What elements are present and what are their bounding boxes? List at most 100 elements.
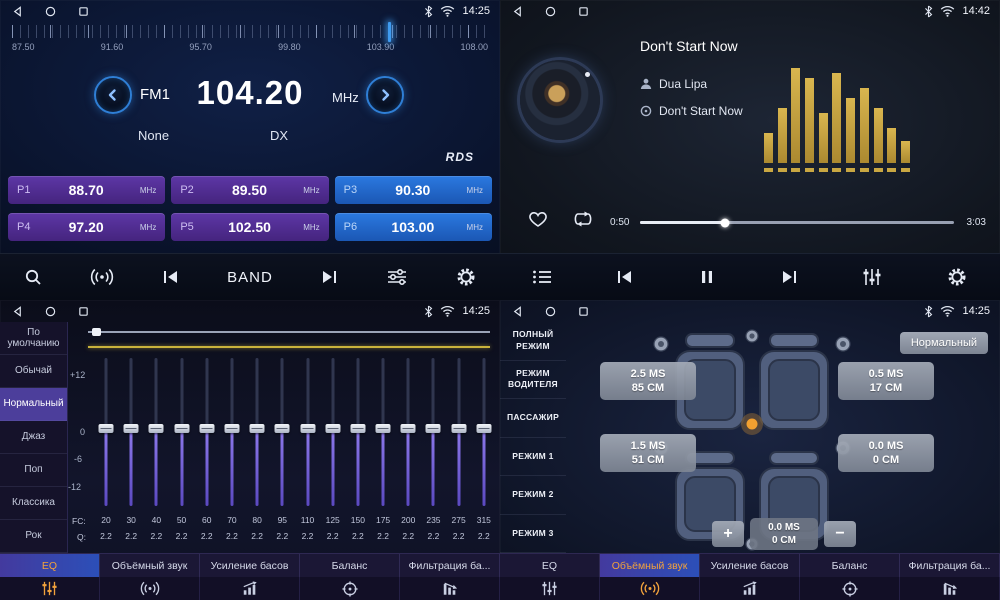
recents-icon[interactable] bbox=[78, 306, 89, 317]
eq-band-slider[interactable] bbox=[172, 358, 192, 506]
eq-slider-handle[interactable] bbox=[275, 424, 290, 433]
eq-slider-handle[interactable] bbox=[174, 424, 189, 433]
eq-band-slider[interactable] bbox=[121, 358, 141, 506]
album-art[interactable] bbox=[520, 60, 600, 140]
eq-preset-item[interactable]: Джаз bbox=[0, 421, 67, 454]
profile-button[interactable]: Нормальный bbox=[900, 332, 988, 354]
eq-sliders-icon[interactable] bbox=[500, 577, 600, 600]
tab-eq[interactable]: EQ bbox=[500, 554, 600, 577]
eq-band-slider[interactable] bbox=[474, 358, 494, 506]
eq-slider-handle[interactable] bbox=[376, 424, 391, 433]
eq-band-slider[interactable] bbox=[146, 358, 166, 506]
favorite-heart-icon[interactable] bbox=[528, 210, 548, 228]
frequency-scale[interactable]: 87.5091.6095.7099.80103.90108.00 bbox=[12, 25, 488, 61]
tab-balance[interactable]: Баланс bbox=[800, 554, 900, 577]
scan-icon[interactable] bbox=[23, 267, 43, 287]
prev-icon[interactable] bbox=[161, 269, 181, 285]
eq-slider-handle[interactable] bbox=[300, 424, 315, 433]
bass-boost-icon[interactable] bbox=[200, 577, 300, 600]
tab-balance[interactable]: Баланс bbox=[300, 554, 400, 577]
eq-preset-item[interactable]: Нормальный bbox=[0, 388, 67, 421]
eq-slider-handle[interactable] bbox=[350, 424, 365, 433]
balance-icon[interactable] bbox=[800, 577, 900, 600]
eq-slider-handle[interactable] bbox=[124, 424, 139, 433]
eq-slider-handle[interactable] bbox=[426, 424, 441, 433]
eq-band-slider[interactable] bbox=[247, 358, 267, 506]
home-icon[interactable] bbox=[545, 6, 556, 17]
playlist-icon[interactable] bbox=[532, 269, 552, 285]
eq-preset-item[interactable]: Рок bbox=[0, 520, 67, 553]
eq-slider-handle[interactable] bbox=[401, 424, 416, 433]
eq-slider-handle[interactable] bbox=[99, 424, 114, 433]
prev-icon[interactable] bbox=[615, 269, 635, 285]
eq-slider-handle[interactable] bbox=[199, 424, 214, 433]
recents-icon[interactable] bbox=[78, 6, 89, 17]
surround-mode-item[interactable]: ПАССАЖИР bbox=[500, 399, 566, 438]
preset-button[interactable]: P2 89.50 MHz bbox=[171, 176, 328, 204]
back-icon[interactable] bbox=[512, 6, 523, 17]
progress-bar[interactable] bbox=[640, 221, 954, 224]
mixer-icon[interactable] bbox=[862, 268, 882, 286]
preset-button[interactable]: P3 90.30 MHz bbox=[335, 176, 492, 204]
preset-button[interactable]: P4 97.20 MHz bbox=[8, 213, 165, 241]
tab-filter[interactable]: Фильтрация ба... bbox=[400, 554, 500, 577]
tab-bass-boost[interactable]: Усиление басов bbox=[200, 554, 300, 577]
surround-mode-item[interactable]: РЕЖИМ 2 bbox=[500, 476, 566, 515]
surround-mode-item[interactable]: РЕЖИМ 1 bbox=[500, 438, 566, 477]
eq-adjust-icon[interactable] bbox=[386, 268, 408, 286]
filter-icon[interactable] bbox=[900, 577, 1000, 600]
back-icon[interactable] bbox=[12, 306, 23, 317]
surround-mode-item[interactable]: РЕЖИМ ВОДИТЕЛЯ bbox=[500, 361, 566, 400]
eq-preset-item[interactable]: Поп bbox=[0, 454, 67, 487]
back-icon[interactable] bbox=[12, 6, 23, 17]
eq-band-slider[interactable] bbox=[398, 358, 418, 506]
eq-slider-handle[interactable] bbox=[224, 424, 239, 433]
delay-rear-right[interactable]: 0.0 MS 0 CM bbox=[838, 434, 934, 472]
surround-mode-item[interactable]: РЕЖИМ 3 bbox=[500, 515, 566, 554]
eq-slider-handle[interactable] bbox=[149, 424, 164, 433]
eq-band-slider[interactable] bbox=[348, 358, 368, 506]
home-icon[interactable] bbox=[45, 306, 56, 317]
broadcast-icon[interactable] bbox=[90, 268, 114, 286]
eq-band-slider[interactable] bbox=[323, 358, 343, 506]
eq-preset-item[interactable]: Классика bbox=[0, 487, 67, 520]
recents-icon[interactable] bbox=[578, 306, 589, 317]
eq-band-slider[interactable] bbox=[197, 358, 217, 506]
eq-band-slider[interactable] bbox=[373, 358, 393, 506]
eq-scroll-handle[interactable] bbox=[92, 328, 101, 336]
preset-button[interactable]: P5 102.50 MHz bbox=[171, 213, 328, 241]
home-icon[interactable] bbox=[45, 6, 56, 17]
eq-slider-handle[interactable] bbox=[451, 424, 466, 433]
repeat-icon[interactable] bbox=[572, 211, 594, 227]
recents-icon[interactable] bbox=[578, 6, 589, 17]
eq-band-slider[interactable] bbox=[298, 358, 318, 506]
tab-filter[interactable]: Фильтрация ба... bbox=[900, 554, 1000, 577]
eq-band-slider[interactable] bbox=[423, 358, 443, 506]
back-icon[interactable] bbox=[512, 306, 523, 317]
surround-sound-icon[interactable] bbox=[100, 577, 200, 600]
eq-band-slider[interactable] bbox=[272, 358, 292, 506]
eq-preset-item[interactable]: Обычай bbox=[0, 355, 67, 388]
eq-band-slider[interactable] bbox=[449, 358, 469, 506]
delay-front-right[interactable]: 0.5 MS 17 CM bbox=[838, 362, 934, 400]
tune-up-button[interactable] bbox=[366, 76, 404, 114]
eq-slider-handle[interactable] bbox=[325, 424, 340, 433]
eq-scroll-track[interactable] bbox=[88, 331, 490, 333]
tab-surround[interactable]: Объёмный звук bbox=[100, 554, 200, 577]
progress-knob[interactable] bbox=[720, 218, 729, 227]
balance-icon[interactable] bbox=[300, 577, 400, 600]
bass-boost-icon[interactable] bbox=[700, 577, 800, 600]
next-icon[interactable] bbox=[779, 269, 799, 285]
preset-button[interactable]: P1 88.70 MHz bbox=[8, 176, 165, 204]
delay-increase-button[interactable]: + bbox=[712, 521, 744, 547]
tab-eq[interactable]: EQ bbox=[0, 554, 100, 577]
filter-icon[interactable] bbox=[400, 577, 500, 600]
pause-icon[interactable] bbox=[699, 269, 715, 285]
tab-bass-boost[interactable]: Усиление басов bbox=[700, 554, 800, 577]
eq-sliders-icon[interactable] bbox=[0, 577, 100, 600]
eq-band-slider[interactable] bbox=[222, 358, 242, 506]
eq-slider-handle[interactable] bbox=[476, 424, 491, 433]
surround-sound-icon[interactable] bbox=[600, 577, 700, 600]
tab-surround[interactable]: Объёмный звук bbox=[600, 554, 700, 577]
eq-slider-handle[interactable] bbox=[250, 424, 265, 433]
